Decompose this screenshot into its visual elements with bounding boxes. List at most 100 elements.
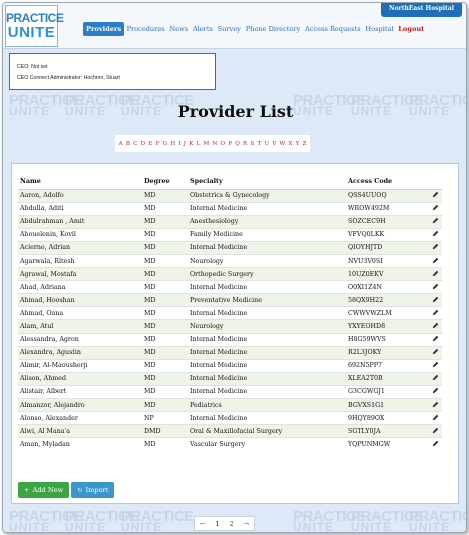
import-button[interactable]: ↻ Import (71, 482, 115, 498)
edit-icon[interactable] (432, 296, 439, 305)
pager-page-2[interactable]: 2 (225, 520, 239, 528)
table-row[interactable]: Alison, Ahmed MD Internal Medicine XLEA2T0B (18, 371, 442, 386)
alpha-letter-k[interactable]: K (188, 141, 195, 147)
alpha-letter-e[interactable]: E (147, 141, 154, 147)
table-row[interactable]: Ahad, Adriana MD Internal Medicine O0XI1Z4N (18, 280, 442, 294)
alpha-letter-l[interactable]: L (195, 141, 202, 147)
nav-access-requests[interactable]: Access Requests (303, 25, 363, 33)
alpha-letter-w[interactable]: W (278, 141, 287, 147)
alpha-letter-v[interactable]: V (271, 141, 278, 147)
column-header-specialty[interactable]: Specialty (188, 174, 346, 190)
column-header-access-code[interactable]: Access Code (346, 174, 428, 190)
edit-icon[interactable] (432, 361, 439, 370)
table-row[interactable]: Alessandra, Agron MD Internal Medicine H8G5… (18, 332, 442, 347)
table-row[interactable]: Alistair, Albert MD Internal Medicine G3CGW… (18, 384, 442, 399)
alpha-letter-y[interactable]: Y (294, 141, 301, 147)
edit-cell (428, 319, 442, 334)
table-row[interactable]: Alexandra, Agustin MD Internal Medicine R2L… (18, 345, 442, 360)
cell-specialty: Vascular Surgery (188, 437, 346, 451)
alpha-letter-s[interactable]: S (249, 141, 256, 147)
alpha-letter-z[interactable]: Z (301, 141, 308, 147)
edit-icon[interactable] (432, 283, 439, 292)
org-badge[interactable]: NorthEast Hospital (381, 3, 462, 17)
edit-icon[interactable] (432, 440, 439, 449)
table-row[interactable]: Agarwala, Ritesh MD Neurology NVU3V0SI (18, 253, 442, 268)
nav-providers[interactable]: Providers (83, 22, 125, 36)
alpha-letter-x[interactable]: X (287, 141, 294, 147)
alpha-letter-o[interactable]: O (219, 141, 227, 147)
cell-name: Alessandra, Agron (18, 332, 142, 347)
edit-icon[interactable] (432, 270, 439, 279)
alpha-letter-a[interactable]: A (117, 141, 124, 147)
table-row[interactable]: Alam, Atul MD Neurology YXYEOHD8 (18, 319, 442, 334)
alpha-letter-p[interactable]: P (227, 141, 234, 147)
table-row[interactable]: Aman, Myladan MD Vascular Surgery YQPUNMGW (18, 437, 442, 451)
alpha-letter-b[interactable]: B (124, 141, 131, 147)
edit-icon[interactable] (432, 309, 439, 318)
table-row[interactable]: Alonso, Alexander NP Internal Medicine 9HQY… (18, 411, 442, 425)
edit-icon[interactable] (432, 335, 439, 344)
alpha-letter-t[interactable]: T (256, 141, 263, 147)
table-row[interactable]: Acierno, Adrian MD Internal Medicine QIOYHJ… (18, 240, 442, 255)
edit-icon[interactable] (432, 322, 439, 331)
cell-access-code: R2L3JOKY (346, 345, 428, 360)
edit-icon[interactable] (432, 204, 439, 213)
table-row[interactable]: Abdulla, Aditi MD Internal Medicine WROW492… (18, 201, 442, 216)
add-new-button[interactable]: + Add New (18, 482, 70, 498)
alpha-letter-m[interactable]: M (202, 141, 211, 147)
edit-icon[interactable] (432, 401, 439, 410)
edit-icon[interactable] (432, 217, 439, 226)
nav-alerts[interactable]: Alerts (191, 25, 216, 33)
cell-degree: MD (142, 358, 188, 373)
table-row[interactable]: Alimir, Al-Maousherji MD Internal Medicine… (18, 358, 442, 373)
nav-survey[interactable]: Survey (215, 25, 243, 33)
alpha-letter-f[interactable]: F (154, 141, 161, 147)
nav-news[interactable]: News (167, 25, 190, 33)
column-header-name[interactable]: Name (18, 174, 142, 190)
alpha-letter-g[interactable]: G (161, 141, 169, 147)
cell-degree: MD (142, 201, 188, 216)
cell-name: Alexandra, Agustin (18, 345, 142, 360)
alpha-letter-d[interactable]: D (139, 141, 147, 147)
logo-line2: UNITE (7, 24, 56, 41)
pager-next[interactable]: → (239, 520, 254, 528)
logo[interactable]: PRACTICE UNITE (5, 5, 64, 47)
column-header-degree[interactable]: Degree (142, 174, 188, 190)
nav-phone-directory[interactable]: Phone Directory (243, 25, 302, 33)
edit-icon[interactable] (432, 427, 439, 436)
table-row[interactable]: Aaron, Adolfo MD Obstetrics & Gynecology QS… (18, 188, 442, 203)
edit-icon[interactable] (432, 191, 439, 200)
nav-hospital[interactable]: Hospital (363, 25, 396, 33)
nav-procedures[interactable]: Procedures (124, 25, 167, 33)
edit-cell (428, 358, 442, 373)
table-row[interactable]: Ahmad, Oana MD Internal Medicine CWWVWZLM (18, 306, 442, 320)
edit-icon[interactable] (432, 388, 439, 396)
cell-degree: MD (142, 345, 188, 360)
cell-specialty: Anesthesiology (188, 214, 346, 229)
edit-icon[interactable] (432, 231, 439, 239)
cell-access-code: SGTLY0JA (346, 424, 428, 438)
alpha-letter-q[interactable]: Q (234, 141, 242, 147)
alpha-letter-n[interactable]: N (211, 141, 219, 147)
alpha-letter-u[interactable]: U (263, 141, 271, 147)
table-row[interactable]: Abdulrahman , Amit MD Anesthesiology SOZCEC… (18, 214, 442, 229)
alpha-letter-h[interactable]: H (169, 141, 177, 147)
edit-cell (428, 188, 442, 203)
cell-access-code: 10UZ0EKV (346, 267, 428, 281)
table-row[interactable]: Alwi, Al Mana'a DMD Oral & Maxillofacial S… (18, 424, 442, 438)
table-row[interactable]: Almanzor, Alejandro MD Pediatrics BGVXS1G1 (18, 397, 442, 412)
edit-icon[interactable] (432, 257, 439, 266)
nav-logout[interactable]: Logout (396, 25, 427, 33)
edit-cell (428, 384, 442, 399)
edit-icon[interactable] (432, 244, 439, 252)
pager-page-1[interactable]: 1 (210, 520, 224, 528)
pager-prev[interactable]: ← (195, 520, 210, 528)
alpha-letter-r[interactable]: R (241, 141, 248, 147)
edit-icon[interactable] (432, 414, 439, 423)
table-row[interactable]: Ahmad, Hooshan MD Preventative Medicine 58Q… (18, 293, 442, 307)
edit-icon[interactable] (432, 348, 439, 357)
table-row[interactable]: Agrawal, Mostafa MD Orthopedic Surgery 10UZ… (18, 267, 442, 281)
alpha-letter-c[interactable]: C (132, 141, 139, 147)
edit-icon[interactable] (432, 375, 439, 383)
table-row[interactable]: Abouelenin, Kovil MD Family Medicine VFVQ0L… (18, 227, 442, 242)
